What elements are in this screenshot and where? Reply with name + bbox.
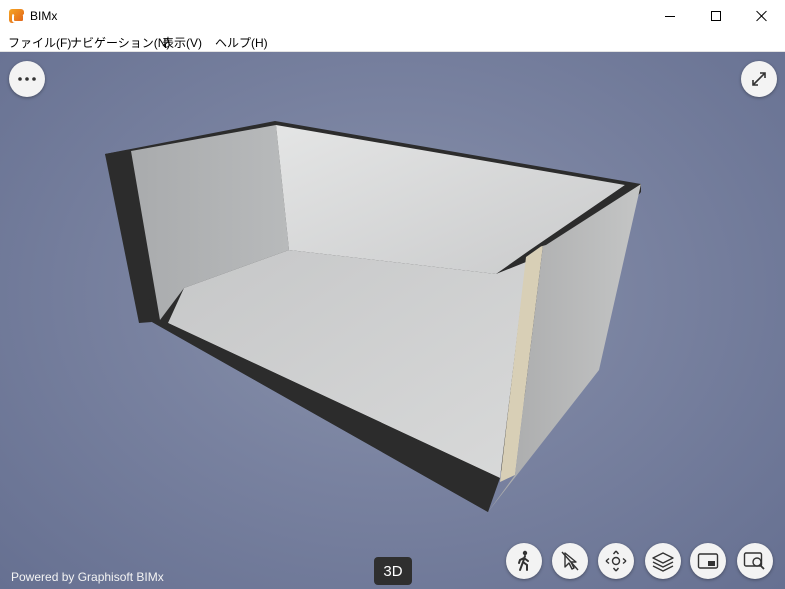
menu-navigation[interactable]: ナビゲーション(N) (70, 34, 170, 51)
minimize-button[interactable] (647, 0, 693, 32)
maximize-button[interactable] (693, 0, 739, 32)
menu-help[interactable]: ヘルプ(H) (215, 34, 268, 51)
maximize-icon (711, 11, 721, 21)
zoom-button[interactable] (737, 543, 773, 579)
saved-views-icon (697, 553, 719, 569)
floor (168, 250, 526, 478)
minimize-icon (665, 15, 675, 17)
saved-views-button[interactable] (690, 543, 726, 579)
menu-view[interactable]: 表示(V) (162, 34, 202, 51)
walk-icon (518, 550, 529, 571)
expand-button[interactable] (741, 61, 777, 97)
close-icon (756, 10, 768, 22)
select-cursor-icon (561, 551, 579, 571)
more-options-icon (18, 77, 36, 81)
zoom-icon (743, 552, 765, 570)
3d-viewport[interactable]: Powered by Graphisoft BIMx 3D (0, 52, 785, 589)
layers-icon (652, 552, 674, 572)
walk-mode-button[interactable] (506, 543, 542, 579)
app-logo-icon (9, 9, 25, 23)
layers-button[interactable] (645, 543, 681, 579)
expand-icon (752, 72, 766, 86)
powered-by-label: Powered by Graphisoft BIMx (11, 570, 164, 584)
menu-bar: ファイル(F) ナビゲーション(N) 表示(V) ヘルプ(H) (0, 32, 785, 52)
orbit-icon (605, 550, 627, 572)
more-options-button[interactable] (9, 61, 45, 97)
orbit-button[interactable] (598, 543, 634, 579)
building-model[interactable] (0, 52, 785, 589)
view-mode-badge[interactable]: 3D (374, 557, 412, 585)
window-title: BIMx (30, 9, 58, 23)
menu-file[interactable]: ファイル(F) (8, 34, 71, 51)
close-button[interactable] (739, 0, 785, 32)
title-bar: BIMx (0, 0, 785, 32)
select-button[interactable] (552, 543, 588, 579)
